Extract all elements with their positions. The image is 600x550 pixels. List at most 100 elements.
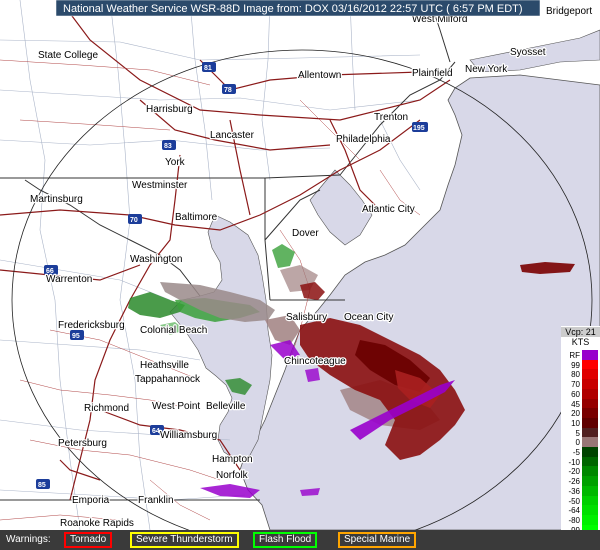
city-label: Belleville (206, 401, 246, 412)
highway-shield: 78 (222, 84, 236, 94)
legend-entry: 70 (561, 379, 600, 390)
legend-entry: 60 (561, 388, 600, 399)
city-label: Baltimore (175, 212, 218, 223)
legend-value: -80 (568, 515, 580, 525)
legend-swatch (582, 514, 598, 525)
legend-entry: -5 (561, 447, 600, 457)
city-label: Hampton (212, 454, 253, 465)
legend-swatch (582, 417, 598, 428)
city-label: State College (38, 50, 98, 61)
legend-swatch (582, 485, 598, 496)
city-label: Petersburg (58, 438, 107, 449)
city-label: Franklin (138, 495, 174, 506)
svg-text:95: 95 (72, 333, 80, 340)
warning-severe-thunderstorm-button[interactable]: Severe Thunderstorm (130, 532, 239, 548)
legend-swatch (582, 505, 598, 516)
legend-unit: KTS (571, 337, 590, 347)
city-label: West Point (152, 401, 200, 412)
svg-text:70: 70 (130, 217, 138, 224)
legend-value: -50 (568, 496, 580, 506)
legend-value: -64 (568, 506, 580, 516)
highway-shield: 70 (128, 214, 142, 224)
legend-swatch (582, 456, 598, 467)
legend-entry: 5 (561, 427, 600, 438)
warning-tornado-button[interactable]: Tornado (64, 532, 113, 548)
legend-value: 20 (571, 409, 580, 419)
city-label: Allentown (298, 70, 341, 81)
city-label: New York (465, 64, 508, 75)
city-label: York (165, 157, 186, 168)
legend-swatch (582, 437, 598, 448)
city-label: Atlantic City (362, 204, 415, 215)
legend-entry: -50 (561, 495, 600, 506)
header-title: National Weather Service WSR-88D Image f… (63, 3, 523, 15)
city-label: Fredericksburg (58, 320, 125, 331)
city-label: Lancaster (210, 130, 255, 141)
legend-entry: 10 (561, 417, 600, 428)
city-label: Roanoke Rapids (60, 518, 134, 529)
legend-value: -10 (568, 457, 580, 467)
legend-swatch (582, 466, 598, 477)
legend-entry: -10 (561, 456, 600, 467)
legend-value: 60 (571, 389, 580, 399)
highway-shield: 83 (162, 140, 176, 150)
legend-value: -36 (568, 486, 580, 496)
highway-shield: 195 (412, 122, 428, 132)
legend-swatch (582, 398, 598, 409)
legend-swatch (582, 350, 598, 360)
legend-entry: 99 (561, 359, 600, 370)
city-label: Philadelphia (336, 134, 391, 145)
city-label: Norfolk (216, 470, 249, 481)
city-label: Warrenton (46, 274, 92, 285)
legend-entry: -36 (561, 485, 600, 496)
legend-entry: -80 (561, 514, 600, 525)
svg-text:78: 78 (224, 87, 232, 94)
city-label: Martinsburg (30, 194, 83, 205)
city-label: Emporia (72, 495, 110, 506)
city-label: Ocean City (344, 312, 393, 323)
highway-shield: 95 (70, 330, 84, 340)
svg-text:64: 64 (152, 428, 160, 435)
city-label: Syosset (510, 47, 546, 58)
svg-text:85: 85 (38, 482, 46, 489)
legend-entry: 80 (561, 369, 600, 380)
city-label: Heathsville (140, 360, 189, 371)
legend-entry: RF (561, 350, 600, 360)
legend-swatch (582, 359, 598, 370)
highway-shield: 81 (202, 62, 216, 72)
city-label: Williamsburg (160, 430, 217, 441)
warning-flash-flood-button[interactable]: Flash Flood (253, 532, 318, 548)
city-label: Colonial Beach (140, 325, 207, 336)
city-label: Harrisburg (146, 104, 193, 115)
city-label: Westminster (132, 180, 188, 191)
legend-value: -5 (572, 448, 580, 457)
legend-value: 99 (571, 360, 580, 370)
legend-entry: 45 (561, 398, 600, 409)
svg-text:81: 81 (204, 65, 212, 72)
legend-value: -26 (568, 477, 580, 487)
legend-value: 5 (575, 428, 580, 438)
city-label: Chincoteague (284, 356, 346, 367)
warnings-bar: Warnings: Tornado Severe Thunderstorm Fl… (0, 530, 600, 550)
legend-swatch (582, 427, 598, 438)
radar-map: 81 78 195 83 70 66 95 64 85 Bridgeport W… (0, 0, 600, 530)
legend-value: 0 (575, 438, 580, 448)
warnings-label: Warnings: (6, 534, 51, 545)
legend-swatch (582, 476, 598, 487)
legend-value: RF (569, 351, 580, 360)
legend-value: -20 (568, 467, 580, 477)
legend-swatch (582, 369, 598, 380)
legend-swatch (582, 495, 598, 506)
legend-entry: -64 (561, 505, 600, 516)
svg-text:195: 195 (413, 125, 425, 132)
legend-value: 45 (571, 399, 580, 409)
legend-value: 70 (571, 380, 580, 390)
legend-vcp: Vcp: 21 (561, 327, 600, 337)
city-label: Plainfield (412, 68, 453, 79)
warning-special-marine-button[interactable]: Special Marine (338, 532, 417, 548)
svg-text:83: 83 (164, 143, 172, 150)
city-label: Bridgeport (546, 6, 592, 17)
legend-value: 10 (571, 418, 580, 428)
legend-entry: 0 (561, 437, 600, 448)
city-label: Richmond (84, 403, 129, 414)
